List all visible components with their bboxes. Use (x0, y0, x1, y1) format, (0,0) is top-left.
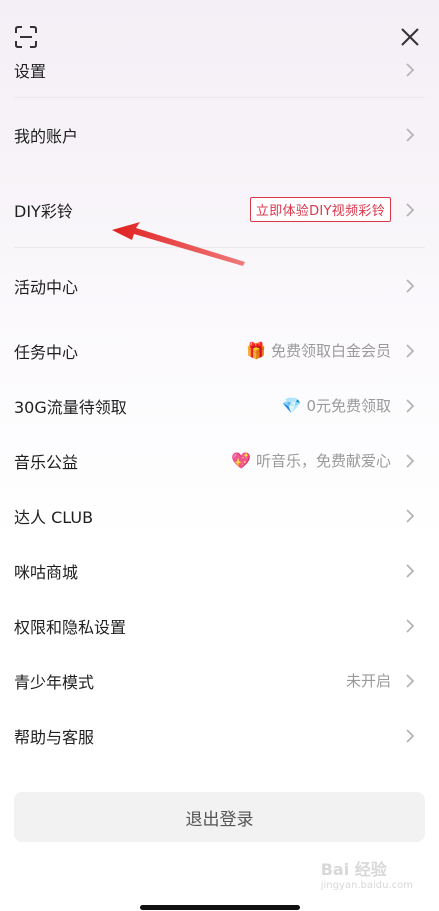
chevron-right-icon (406, 618, 415, 633)
menu-item-music-charity[interactable]: 音乐公益 💖 听音乐，免费献爱心 (0, 433, 439, 488)
settings-menu: 设置 我的账户 DIY彩铃 立即体验DIY视频彩铃 活动中心 任务中心 🎁 免费… (0, 42, 439, 763)
menu-item-label: 30G流量待领取 (14, 397, 127, 417)
chevron-right-icon (406, 343, 415, 358)
watermark-brand: Bai 经验 (320, 860, 387, 879)
menu-item-right (391, 508, 425, 524)
menu-item-diy-ringtone[interactable]: DIY彩铃 立即体验DIY视频彩铃 (0, 172, 439, 247)
menu-item-label: 活动中心 (14, 277, 79, 297)
watermark-sub: jingyan.baidu.com (320, 880, 413, 891)
menu-item-label: 帮助与客服 (14, 727, 95, 747)
chevron-right-icon (406, 128, 415, 142)
menu-item-right (391, 278, 425, 294)
menu-item-label: 达人 CLUB (14, 507, 94, 527)
watermark-logo: Bai 经验 jingyan.baidu.com (321, 856, 413, 891)
chevron-right-icon (406, 62, 415, 77)
menu-item-right: 💖 听音乐，免费献爱心 (231, 450, 425, 471)
logout-button[interactable]: 退出登录 (14, 792, 425, 842)
chevron-right-icon (406, 278, 415, 293)
menu-item-label: 权限和隐私设置 (14, 617, 127, 637)
menu-item-help[interactable]: 帮助与客服 (0, 708, 439, 763)
chevron-right-icon (406, 563, 415, 578)
menu-item-right (391, 62, 425, 78)
menu-item-right (391, 728, 425, 744)
menu-item-talent-club[interactable]: 达人 CLUB (0, 488, 439, 543)
menu-item-label: DIY彩铃 (14, 201, 73, 221)
menu-item-label: 咪咕商城 (14, 562, 79, 582)
menu-item-migu-mall[interactable]: 咪咕商城 (0, 543, 439, 598)
heart-icon: 💖 (231, 451, 251, 470)
menu-item-label: 音乐公益 (14, 452, 79, 472)
menu-item-label: 设置 (14, 61, 47, 81)
traffic-hint: 0元免费领取 (306, 397, 391, 415)
chevron-right-icon (406, 508, 415, 523)
menu-item-label: 任务中心 (14, 342, 79, 362)
menu-item-right (391, 618, 425, 634)
menu-item-label: 我的账户 (14, 127, 79, 146)
menu-item-activity-center[interactable]: 活动中心 (0, 248, 439, 323)
menu-item-settings[interactable]: 设置 (0, 42, 439, 97)
menu-item-right: 立即体验DIY视频彩铃 (249, 197, 425, 222)
teen-status: 未开启 (345, 672, 391, 690)
chevron-right-icon (406, 453, 415, 468)
diy-promo-badge[interactable]: 立即体验DIY视频彩铃 (249, 197, 391, 222)
menu-item-right: 🎁 免费领取白金会员 (246, 340, 425, 361)
menu-item-traffic[interactable]: 30G流量待领取 💎 0元免费领取 (0, 378, 439, 433)
diamond-icon: 💎 (281, 396, 302, 415)
menu-item-task-center[interactable]: 任务中心 🎁 免费领取白金会员 (0, 323, 439, 378)
menu-item-label: 青少年模式 (14, 672, 95, 692)
menu-item-my-account[interactable]: 我的账户 (0, 98, 439, 172)
task-hint: 免费领取白金会员 (270, 342, 391, 360)
menu-item-privacy[interactable]: 权限和隐私设置 (0, 598, 439, 653)
menu-item-right: 💎 0元免费领取 (282, 395, 425, 416)
menu-item-teen-mode[interactable]: 青少年模式 未开启 (0, 653, 439, 708)
menu-item-right: 未开启 (346, 670, 425, 691)
menu-item-right (391, 563, 425, 579)
menu-item-right (391, 127, 425, 143)
charity-hint: 听音乐，免费献爱心 (255, 452, 391, 470)
chevron-right-icon (406, 398, 415, 413)
gift-icon: 🎁 (246, 341, 266, 360)
home-indicator[interactable] (140, 905, 300, 910)
chevron-right-icon (406, 728, 415, 743)
chevron-right-icon (406, 202, 415, 217)
chevron-right-icon (406, 673, 415, 688)
